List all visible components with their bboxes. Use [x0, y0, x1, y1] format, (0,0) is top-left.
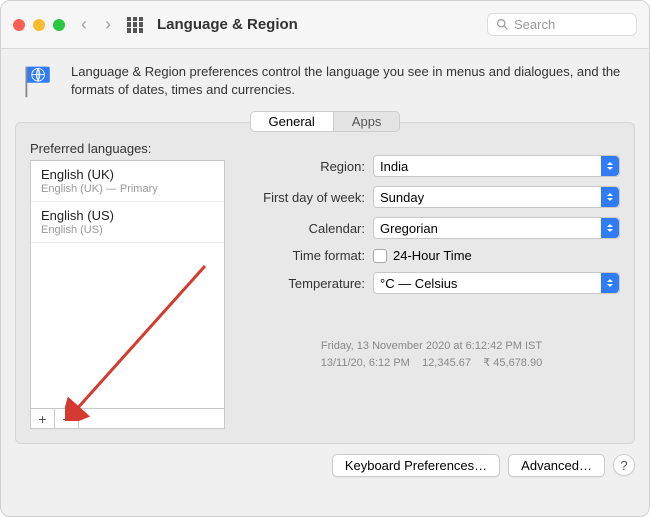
forward-icon: › [105, 14, 111, 35]
chevron-updown-icon [601, 273, 619, 293]
sample-line: 13/11/20, 6:12 PM 12,345.67 ₹ 45,678.90 [243, 355, 620, 372]
chevron-updown-icon [601, 187, 619, 207]
window-controls [13, 19, 65, 31]
help-button[interactable]: ? [613, 454, 635, 476]
titlebar: ‹ › Language & Region Search [1, 1, 649, 49]
timeformat-label: Time format: [243, 248, 373, 263]
show-all-icon[interactable] [127, 17, 143, 33]
tabs: General Apps [1, 111, 649, 132]
globe-flag-icon [21, 63, 57, 99]
header-description: Language & Region preferences control th… [1, 49, 649, 111]
preferred-languages-section: Preferred languages: English (UK) Englis… [30, 141, 225, 429]
language-list[interactable]: English (UK) English (UK) — Primary Engl… [30, 160, 225, 409]
calendar-label: Calendar: [243, 221, 373, 236]
window-title: Language & Region [157, 16, 298, 33]
language-sub: English (US) [41, 224, 214, 236]
timeformat-checkbox[interactable] [373, 249, 387, 263]
calendar-select[interactable]: Gregorian [373, 217, 620, 239]
list-item[interactable]: English (UK) English (UK) — Primary [31, 161, 224, 202]
language-name: English (UK) [41, 167, 214, 182]
preferred-languages-label: Preferred languages: [30, 141, 225, 156]
footer: Keyboard Preferences… Advanced… ? [1, 444, 649, 487]
nav-arrows: ‹ › [81, 14, 111, 35]
timeformat-checkbox-label: 24-Hour Time [393, 248, 472, 263]
description-text: Language & Region preferences control th… [71, 63, 629, 99]
zoom-icon[interactable] [53, 19, 65, 31]
search-icon [496, 18, 509, 31]
region-select[interactable]: India [373, 155, 620, 177]
format-sample: Friday, 13 November 2020 at 6:12:42 PM I… [243, 338, 620, 371]
preferences-window: ‹ › Language & Region Search Language & … [0, 0, 650, 517]
list-buttons: + − [30, 409, 225, 429]
back-icon[interactable]: ‹ [81, 14, 87, 35]
settings-form: Region: India First day of week: Sunday … [243, 141, 620, 429]
region-label: Region: [243, 159, 373, 174]
firstday-label: First day of week: [243, 190, 373, 205]
minimize-icon[interactable] [33, 19, 45, 31]
close-icon[interactable] [13, 19, 25, 31]
tab-apps[interactable]: Apps [334, 111, 401, 132]
chevron-updown-icon [601, 156, 619, 176]
search-input[interactable]: Search [487, 13, 637, 36]
language-name: English (US) [41, 208, 214, 223]
add-button[interactable]: + [31, 409, 55, 428]
list-item[interactable]: English (US) English (US) [31, 202, 224, 243]
temperature-label: Temperature: [243, 276, 373, 291]
main-panel: Preferred languages: English (UK) Englis… [15, 122, 635, 444]
remove-button[interactable]: − [55, 409, 79, 428]
keyboard-preferences-button[interactable]: Keyboard Preferences… [332, 454, 500, 477]
sample-line: Friday, 13 November 2020 at 6:12:42 PM I… [243, 338, 620, 355]
advanced-button[interactable]: Advanced… [508, 454, 605, 477]
language-sub: English (UK) — Primary [41, 183, 214, 195]
search-placeholder: Search [514, 17, 555, 32]
temperature-select[interactable]: °C — Celsius [373, 272, 620, 294]
firstday-select[interactable]: Sunday [373, 186, 620, 208]
tab-general[interactable]: General [250, 111, 334, 132]
chevron-updown-icon [601, 218, 619, 238]
